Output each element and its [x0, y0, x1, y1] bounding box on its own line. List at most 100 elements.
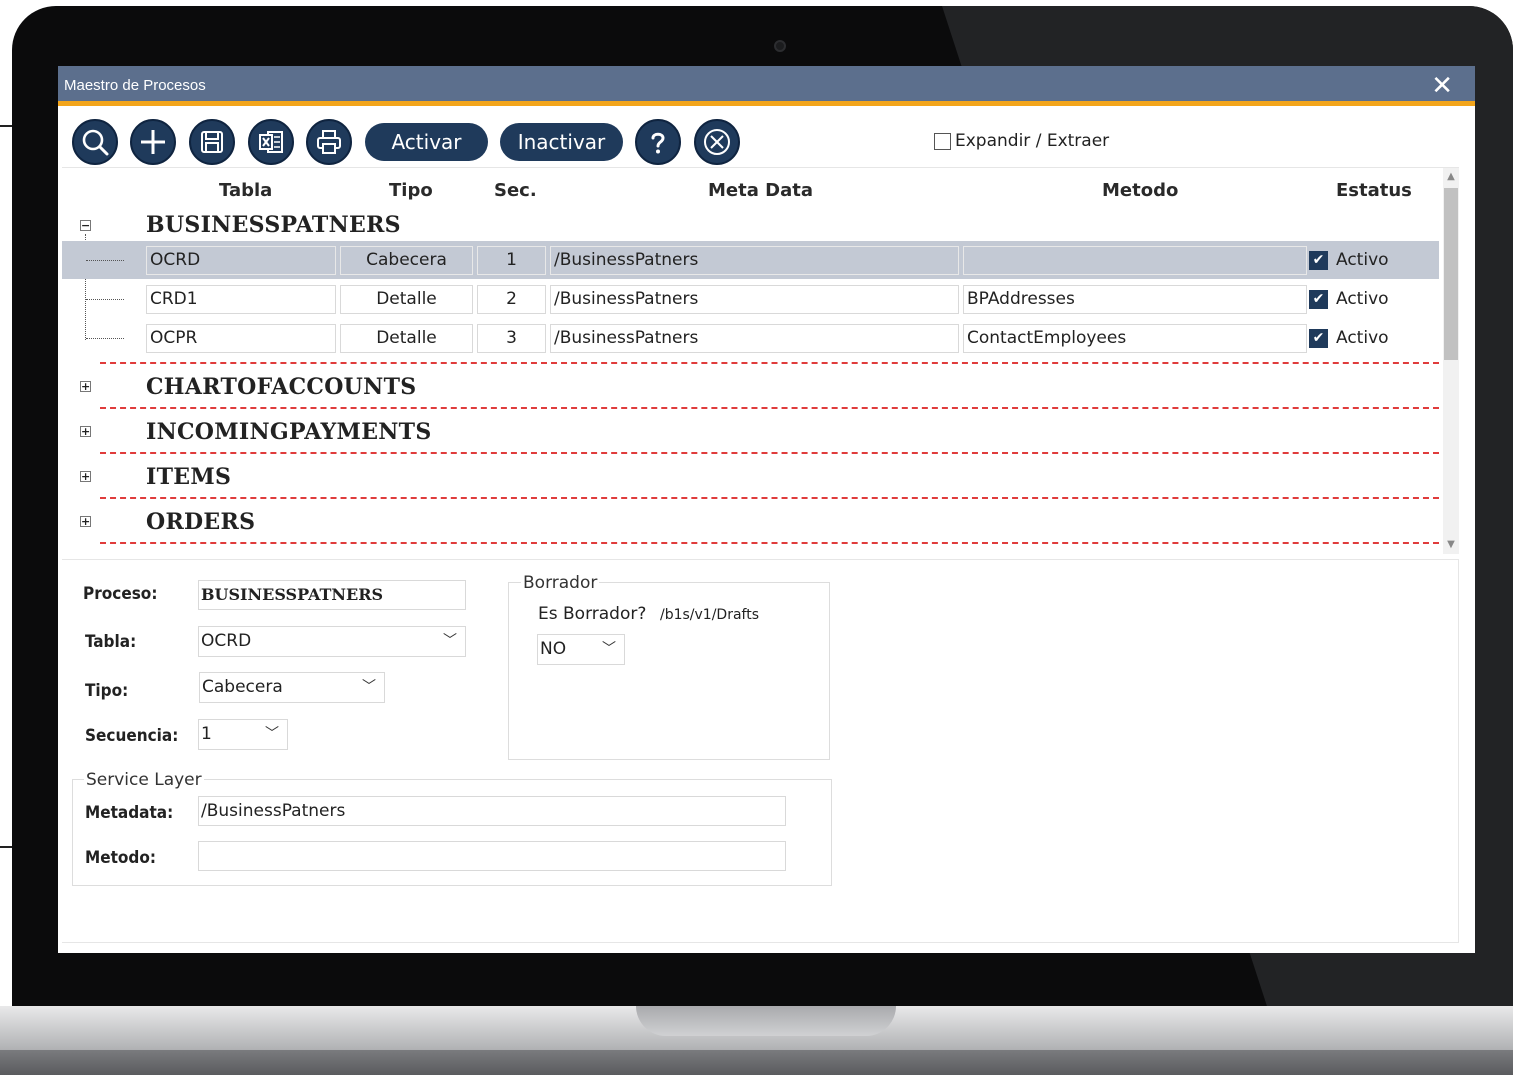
- cell-meta-data[interactable]: /BusinessPatners: [550, 324, 959, 353]
- group-expand-toggle[interactable]: +: [80, 426, 91, 437]
- group-expand-toggle[interactable]: +: [80, 471, 91, 482]
- tree-connector: [86, 338, 124, 339]
- cell-metodo[interactable]: [963, 246, 1307, 275]
- status-label: Activo: [1336, 289, 1389, 309]
- help-button[interactable]: [635, 119, 681, 165]
- group-divider: [100, 362, 1439, 364]
- es-borrador-value: NO: [540, 639, 567, 659]
- group-title: CHARTOFACCOUNTS: [146, 374, 417, 400]
- tipo-select[interactable]: Cabecera ﹀: [199, 672, 385, 703]
- tipo-select-value: Cabecera: [202, 677, 283, 697]
- cell-tipo[interactable]: Cabecera: [340, 246, 473, 275]
- borrador-legend: Borrador: [521, 573, 600, 593]
- detail-form: Proceso: BUSINESSPATNERS Tabla: OCRD ﹀ T…: [62, 559, 1459, 943]
- status-label: Activo: [1336, 328, 1389, 348]
- column-header-tipo[interactable]: Tipo: [389, 180, 433, 201]
- tabla-select-value: OCRD: [201, 631, 252, 651]
- status-checkbox[interactable]: ✔: [1309, 328, 1328, 348]
- cancel-button[interactable]: [694, 119, 740, 165]
- print-button[interactable]: [306, 119, 352, 165]
- group-title: INCOMINGPAYMENTS: [146, 419, 432, 445]
- question-icon: [651, 132, 665, 154]
- service-layer-legend: Service Layer: [84, 770, 204, 790]
- excel-button[interactable]: [248, 119, 294, 165]
- scroll-down-arrow-icon[interactable]: ▼: [1443, 536, 1459, 554]
- table-row[interactable]: OCRD Cabecera 1 /BusinessPatners ✔ Activ…: [62, 241, 1439, 279]
- status-checkbox[interactable]: ✔: [1309, 289, 1328, 309]
- cell-tabla[interactable]: CRD1: [146, 285, 336, 314]
- cell-tipo[interactable]: Detalle: [340, 324, 473, 353]
- search-button[interactable]: [72, 119, 118, 165]
- group-collapse-toggle[interactable]: −: [80, 220, 91, 231]
- status-cell[interactable]: ✔ Activo: [1309, 328, 1389, 348]
- tabla-select[interactable]: OCRD ﹀: [198, 626, 466, 657]
- drafts-path: /b1s/v1/Drafts: [660, 607, 760, 623]
- scroll-up-arrow-icon[interactable]: ▲: [1443, 168, 1459, 186]
- close-icon: [704, 129, 730, 155]
- toolbar: Activar Inactivar Expandir / Extraer: [58, 111, 1475, 167]
- metodo-field[interactable]: [198, 841, 786, 871]
- chevron-down-icon: ﹀: [443, 633, 457, 649]
- group-title: BUSINESSPATNERS: [146, 212, 401, 238]
- grid-scrollbar[interactable]: ▲ ▼: [1443, 168, 1459, 554]
- side-tick: [0, 846, 12, 848]
- column-header-estatus[interactable]: Estatus: [1336, 180, 1412, 201]
- app-window: Maestro de Procesos ✕ Activar Inactivar …: [58, 66, 1475, 953]
- deactivate-button[interactable]: Inactivar: [500, 123, 623, 161]
- table-row[interactable]: CRD1 Detalle 2 /BusinessPatners BPAddres…: [62, 280, 1439, 318]
- column-header-sec[interactable]: Sec.: [494, 180, 537, 201]
- metadata-label: Metadata:: [85, 803, 174, 823]
- cell-sec[interactable]: 1: [477, 246, 546, 275]
- es-borrador-select[interactable]: NO ﹀: [537, 634, 625, 665]
- column-header-meta-data[interactable]: Meta Data: [708, 180, 813, 201]
- group-divider: [100, 452, 1439, 454]
- scrollbar-thumb[interactable]: [1444, 188, 1458, 360]
- tree-connector: [86, 299, 124, 300]
- process-grid: Tabla Tipo Sec. Meta Data Metodo Estatus…: [62, 167, 1459, 555]
- status-cell[interactable]: ✔ Activo: [1309, 250, 1389, 270]
- cell-metodo[interactable]: BPAddresses: [963, 285, 1307, 314]
- expand-checkbox[interactable]: [934, 132, 951, 150]
- tipo-label: Tipo:: [85, 681, 129, 701]
- save-button[interactable]: [189, 119, 235, 165]
- cell-tabla[interactable]: OCRD: [146, 246, 336, 275]
- cell-sec[interactable]: 3: [477, 324, 546, 353]
- laptop-notch: [636, 1006, 896, 1036]
- column-header-metodo[interactable]: Metodo: [1102, 180, 1178, 201]
- table-row[interactable]: OCPR Detalle 3 /BusinessPatners ContactE…: [62, 319, 1439, 357]
- metadata-field[interactable]: /BusinessPatners: [198, 796, 786, 826]
- cell-tipo[interactable]: Detalle: [340, 285, 473, 314]
- group-divider: [100, 542, 1439, 544]
- status-label: Activo: [1336, 250, 1389, 270]
- status-cell[interactable]: ✔ Activo: [1309, 289, 1389, 309]
- add-button[interactable]: [130, 119, 176, 165]
- chevron-down-icon: ﹀: [265, 726, 279, 742]
- group-expand-toggle[interactable]: +: [80, 381, 91, 392]
- plus-icon: [141, 130, 165, 154]
- cell-tabla[interactable]: OCPR: [146, 324, 336, 353]
- group-divider: [100, 407, 1439, 409]
- cell-metodo[interactable]: ContactEmployees: [963, 324, 1307, 353]
- group-expand-toggle[interactable]: +: [80, 516, 91, 527]
- secuencia-label: Secuencia:: [85, 726, 179, 746]
- activate-button[interactable]: Activar: [365, 123, 488, 161]
- column-header-tabla[interactable]: Tabla: [219, 180, 272, 201]
- window-close-button[interactable]: ✕: [1431, 72, 1453, 100]
- es-borrador-label: Es Borrador?: [538, 604, 647, 624]
- chevron-down-icon: ﹀: [602, 641, 616, 657]
- proceso-field[interactable]: BUSINESSPATNERS: [198, 580, 466, 610]
- secuencia-select[interactable]: 1 ﹀: [198, 719, 288, 750]
- cell-meta-data[interactable]: /BusinessPatners: [550, 285, 959, 314]
- print-icon: [317, 130, 341, 154]
- proceso-label: Proceso:: [83, 584, 158, 604]
- group-title: ITEMS: [146, 464, 232, 490]
- group-divider: [100, 497, 1439, 499]
- cell-meta-data[interactable]: /BusinessPatners: [550, 246, 959, 275]
- camera: [774, 40, 786, 52]
- status-checkbox[interactable]: ✔: [1309, 250, 1328, 270]
- search-icon: [82, 129, 109, 156]
- secuencia-select-value: 1: [201, 724, 212, 744]
- cell-sec[interactable]: 2: [477, 285, 546, 314]
- expand-toggle[interactable]: Expandir / Extraer: [934, 131, 1109, 151]
- expand-label: Expandir / Extraer: [955, 131, 1110, 151]
